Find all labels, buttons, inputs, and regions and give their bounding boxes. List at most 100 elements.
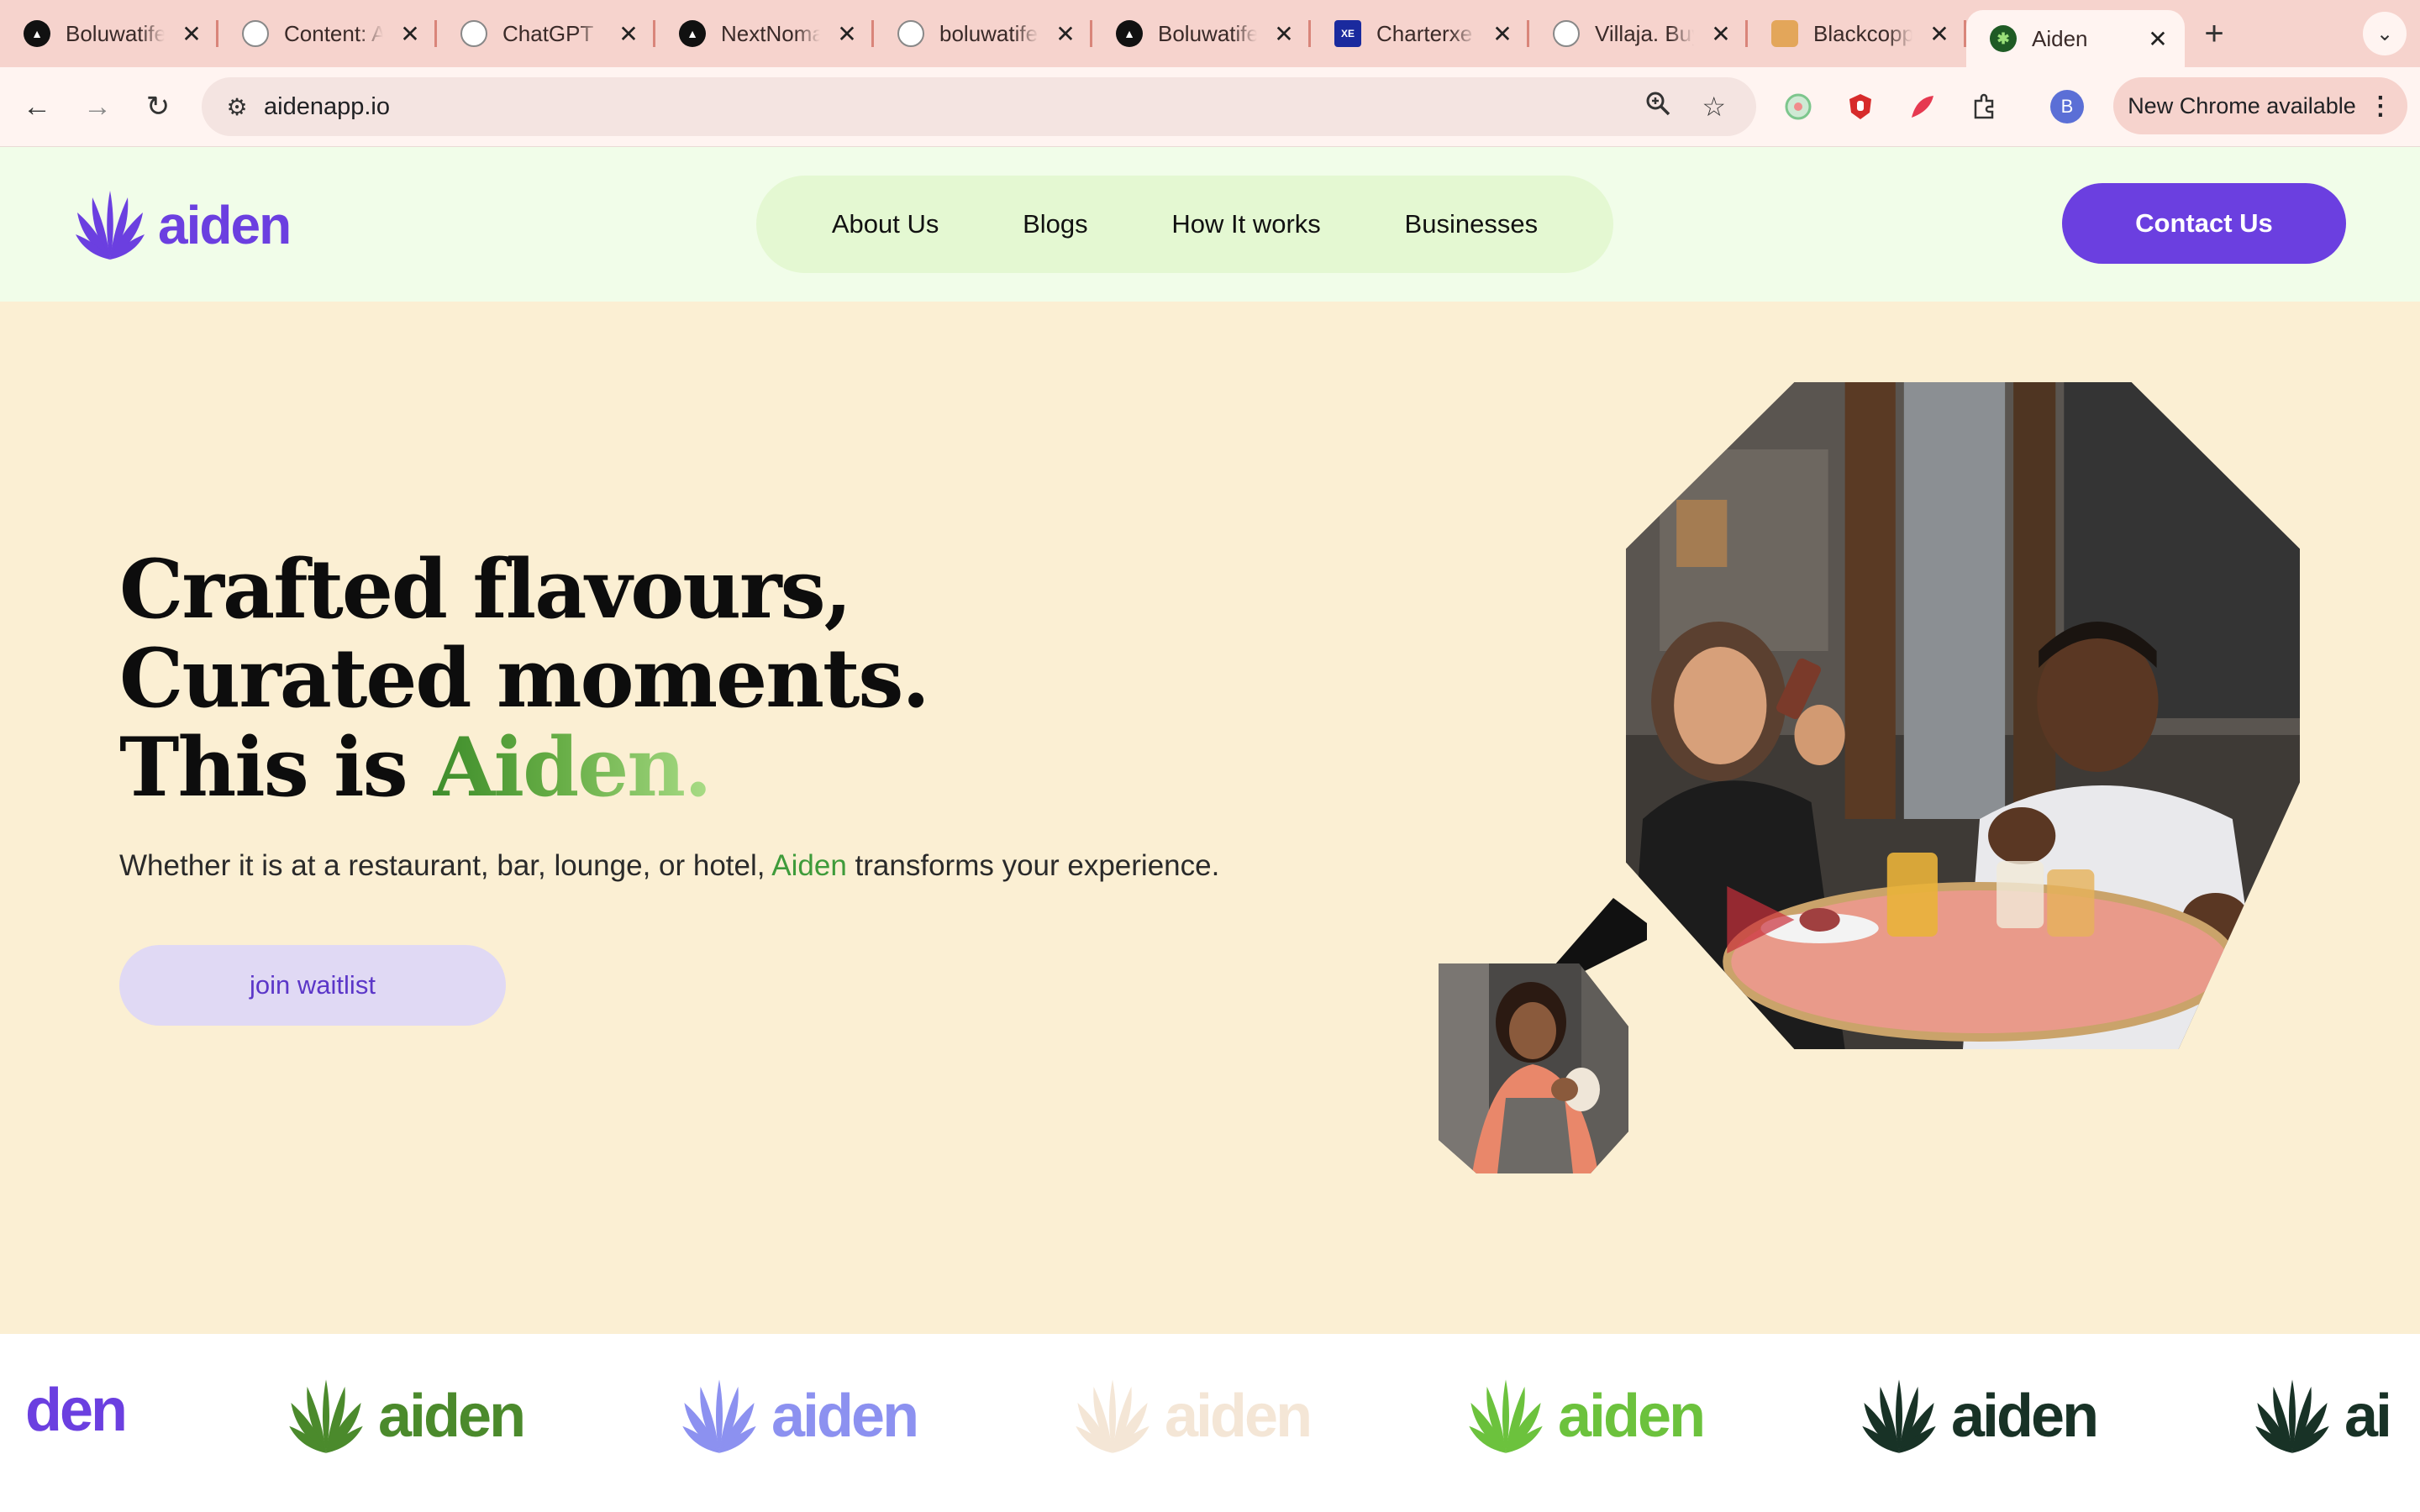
- chatgpt-logo-icon: [460, 20, 487, 47]
- browser-tab[interactable]: boluwatife ✕: [874, 0, 1092, 67]
- browser-tab[interactable]: ✱ Aiden ✕: [1966, 10, 2185, 67]
- villaja-logo-icon: [1553, 20, 1580, 47]
- aiden-leaf-logo-icon: ✱: [1990, 25, 2017, 52]
- triangle-logo-icon: ▲: [679, 20, 706, 47]
- tab-title: ChatGPT: [502, 20, 594, 46]
- tab-title: Charterxe: [1376, 20, 1473, 46]
- extension-red-feather-icon[interactable]: [1906, 90, 1939, 123]
- close-tab-icon[interactable]: ✕: [1928, 20, 1951, 48]
- close-tab-icon[interactable]: ✕: [1709, 20, 1733, 48]
- close-tab-icon[interactable]: ✕: [1491, 20, 1514, 48]
- new-tab-plus-icon[interactable]: +: [2185, 0, 2244, 67]
- update-label: New Chrome available: [2128, 92, 2356, 118]
- brand-logo-item: den: [25, 1376, 128, 1445]
- close-tab-icon[interactable]: ✕: [617, 20, 640, 48]
- hero-section: Crafted flavours, Curated moments. This …: [0, 302, 2420, 1334]
- extension-green-circle-icon[interactable]: [1781, 90, 1815, 123]
- headline-prefix: This is: [119, 720, 434, 815]
- close-tab-icon[interactable]: ✕: [180, 20, 203, 48]
- tab-title: Aiden: [2032, 25, 2088, 51]
- triangle-logo-icon: ▲: [1116, 20, 1143, 47]
- browser-toolbar: ← → ↻ ⚙ aidenapp.io ☆ B New Chrome avail…: [0, 67, 2420, 147]
- tab-title: Content: A: [284, 20, 383, 46]
- brand-logo-item: aiden: [1072, 1376, 1313, 1457]
- main-nav: About Us Blogs How It works Businesses: [756, 176, 1613, 273]
- tab-title: boluwatife: [939, 20, 1039, 46]
- aiden-leaf-icon: [1469, 1379, 1543, 1453]
- nav-blogs[interactable]: Blogs: [1023, 209, 1088, 239]
- logo-wordmark: aiden: [158, 195, 292, 255]
- url-text[interactable]: aidenapp.io: [264, 93, 1644, 121]
- nav-how-it-works[interactable]: How It works: [1171, 209, 1320, 239]
- browser-tab[interactable]: ▲ Boluwatife ✕: [0, 0, 218, 67]
- close-tab-icon[interactable]: ✕: [1054, 20, 1077, 48]
- close-tab-icon[interactable]: ✕: [2146, 25, 2170, 53]
- close-tab-icon[interactable]: ✕: [835, 20, 859, 48]
- browser-tab[interactable]: ▲ Boluwatife ✕: [1092, 0, 1311, 67]
- tab-title: Blackcopp: [1813, 20, 1912, 46]
- aiden-leaf-icon: [2255, 1379, 2329, 1453]
- extension-red-shield-icon[interactable]: [1844, 90, 1877, 123]
- brand-logo-item: aiden: [286, 1376, 526, 1457]
- nav-businesses[interactable]: Businesses: [1405, 209, 1539, 239]
- xe-logo-icon: XE: [1334, 20, 1361, 47]
- subtext-after: transforms your experience.: [846, 849, 1220, 882]
- back-arrow-icon[interactable]: ←: [7, 91, 67, 123]
- brand-wordmark: aiden: [1165, 1383, 1313, 1450]
- browser-tab[interactable]: Blackcopp ✕: [1748, 0, 1966, 67]
- browser-tab-strip: ▲ Boluwatife ✕ Content: A ✕ ChatGPT ✕ ▲ NextNoma…: [0, 0, 2420, 67]
- tab-title: NextNoma: [721, 20, 820, 46]
- close-tab-icon[interactable]: ✕: [398, 20, 422, 48]
- cafe-couple-photo: [1626, 382, 2300, 1049]
- browser-tab[interactable]: Content: A ✕: [218, 0, 437, 67]
- browser-tab[interactable]: ChatGPT ✕: [437, 0, 655, 67]
- github-logo-icon: [897, 20, 924, 47]
- hero-headline: Crafted flavours, Curated moments. This …: [119, 545, 1212, 812]
- tab-title: Boluwatife: [66, 20, 165, 46]
- join-waitlist-button[interactable]: join waitlist: [119, 945, 506, 1026]
- brand-wordmark: aiden: [1558, 1383, 1706, 1450]
- aiden-leaf-icon: [682, 1379, 756, 1453]
- site-header: aiden About Us Blogs How It works Busine…: [0, 147, 2420, 302]
- decorative-black-shape: [1555, 898, 1647, 974]
- subtext-before: Whether it is at a restaurant, bar, loun…: [119, 849, 772, 882]
- tab-search-chevron-icon[interactable]: ⌄: [2363, 12, 2407, 55]
- extensions-area: B: [1781, 67, 2084, 146]
- brand-wordmark: aiden: [1951, 1383, 2099, 1450]
- aiden-leaf-icon: [1076, 1379, 1150, 1453]
- brand-wordmark: aiden: [771, 1383, 919, 1450]
- reload-icon[interactable]: ↻: [128, 90, 188, 123]
- brand-logo-item: ai: [2252, 1376, 2392, 1457]
- aiden-leaf-icon: [76, 191, 145, 260]
- aiden-logo[interactable]: aiden: [72, 187, 292, 263]
- site-settings-icon[interactable]: ⚙: [218, 93, 255, 121]
- hero-subtext: Whether it is at a restaurant, bar, loun…: [119, 849, 1219, 883]
- brand-logo-item: aiden: [1859, 1376, 2099, 1457]
- google-logo-icon: [242, 20, 269, 47]
- browser-tab[interactable]: ▲ NextNoma ✕: [655, 0, 874, 67]
- bookmark-star-icon[interactable]: ☆: [1702, 91, 1726, 123]
- nav-about-us[interactable]: About Us: [832, 209, 939, 239]
- blackcopper-logo-icon: [1771, 20, 1798, 47]
- contact-us-button[interactable]: Contact Us: [2062, 183, 2346, 264]
- headline-brand: Aiden.: [433, 720, 712, 815]
- more-vertical-icon[interactable]: ⋮: [2368, 92, 2393, 121]
- brand-wordmark: ai: [2344, 1383, 2392, 1450]
- extensions-puzzle-icon[interactable]: [1968, 90, 2002, 123]
- subtext-brand: Aiden: [771, 849, 847, 882]
- forward-arrow-icon[interactable]: →: [67, 91, 128, 123]
- close-tab-icon[interactable]: ✕: [1272, 20, 1296, 48]
- address-bar[interactable]: ⚙ aidenapp.io ☆: [202, 77, 1756, 136]
- browser-tab[interactable]: XE Charterxe ✕: [1311, 0, 1529, 67]
- triangle-logo-icon: ▲: [24, 20, 50, 47]
- bartender-photo: [1439, 963, 1628, 1173]
- browser-tab[interactable]: Villaja. Buy ✕: [1529, 0, 1748, 67]
- brand-logo-strip: den aiden aiden aiden aiden aiden ai: [0, 1334, 2420, 1512]
- profile-avatar[interactable]: B: [2050, 90, 2084, 123]
- tab-title: Villaja. Buy: [1595, 20, 1694, 46]
- zoom-icon[interactable]: [1644, 90, 1671, 123]
- aiden-leaf-icon: [289, 1379, 363, 1453]
- chrome-update-button[interactable]: New Chrome available ⋮: [2113, 77, 2407, 134]
- brand-logo-item: aiden: [679, 1376, 919, 1457]
- brand-wordmark: aiden: [378, 1383, 526, 1450]
